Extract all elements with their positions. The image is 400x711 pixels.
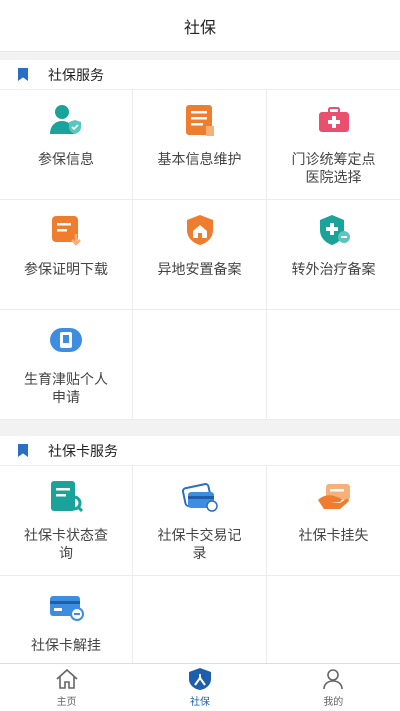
- service-label: 参保证明下载: [24, 261, 108, 277]
- service-label: 社保卡挂失: [298, 527, 369, 543]
- card-transaction-record[interactable]: 社保卡交易记录: [133, 466, 267, 576]
- service-label: 异地安置备案: [157, 261, 242, 277]
- tab-mine[interactable]: 我的: [267, 664, 400, 711]
- service-transfer-treatment[interactable]: 转外治疗备案: [267, 200, 400, 310]
- card-services-grid: 社保卡状态查询 社保卡交易记录 社保卡挂失 社保卡解挂: [0, 466, 400, 686]
- service-label: 门诊统筹定点医院选择: [291, 151, 376, 185]
- service-label: 参保信息: [38, 151, 94, 167]
- social-security-grid: 参保信息 基本信息维护 门诊统筹定点医院选择 参保证明下载 异地安置备案 转外治…: [0, 90, 400, 420]
- profile-icon: [320, 667, 346, 691]
- tab-home[interactable]: 主页: [0, 664, 133, 711]
- bottom-tab-bar: 主页 社保 我的: [0, 663, 400, 711]
- card-report-lost[interactable]: 社保卡挂失: [267, 466, 400, 576]
- card-status-query[interactable]: 社保卡状态查询: [0, 466, 133, 576]
- page-title: 社保: [183, 19, 216, 37]
- bookmark-icon: [18, 444, 28, 457]
- service-certificate-download[interactable]: 参保证明下载: [0, 200, 133, 310]
- service-clinic-hospital[interactable]: 门诊统筹定点医院选择: [267, 90, 400, 200]
- section-title: 社保服务: [48, 66, 104, 83]
- page-header: 社保: [0, 0, 400, 52]
- service-label: 社保卡解挂: [31, 637, 101, 653]
- download-doc-icon: [48, 212, 84, 248]
- service-label: 社保卡状态查询: [24, 527, 108, 561]
- person-badge-icon: [187, 667, 213, 691]
- service-label: 社保卡交易记录: [157, 527, 242, 561]
- service-maternity-allowance[interactable]: 生育津贴个人申请: [0, 310, 133, 420]
- card-transaction-icon: [181, 478, 218, 514]
- medical-kit-icon: [316, 102, 352, 138]
- home-shield-icon: [182, 212, 218, 248]
- tab-label: 我的: [323, 697, 344, 708]
- service-relocation-filing[interactable]: 异地安置备案: [133, 200, 267, 310]
- home-icon: [54, 667, 80, 691]
- empty-cell: [133, 310, 267, 420]
- document-list-icon: [182, 102, 218, 138]
- baby-card-icon: [48, 322, 84, 358]
- section-header-social-security: 社保服务: [0, 60, 400, 90]
- tab-label: 社保: [189, 697, 210, 708]
- user-shield-icon: [48, 102, 84, 138]
- section-title: 社保卡服务: [48, 442, 118, 459]
- tab-social-security[interactable]: 社保: [133, 664, 266, 711]
- tab-label: 主页: [56, 697, 77, 708]
- section-header-card-services: 社保卡服务: [0, 436, 400, 466]
- service-label: 基本信息维护: [157, 151, 242, 167]
- bookmark-icon: [18, 68, 28, 81]
- card-unlock-icon: [48, 588, 84, 624]
- medical-shield-icon: [316, 212, 352, 248]
- empty-cell: [267, 310, 400, 420]
- service-label: 转外治疗备案: [291, 261, 376, 277]
- card-lost-icon: [316, 478, 352, 514]
- service-basic-info[interactable]: 基本信息维护: [133, 90, 267, 200]
- service-label: 生育津贴个人申请: [24, 371, 108, 405]
- card-search-icon: [48, 478, 84, 514]
- service-insurance-info[interactable]: 参保信息: [0, 90, 133, 200]
